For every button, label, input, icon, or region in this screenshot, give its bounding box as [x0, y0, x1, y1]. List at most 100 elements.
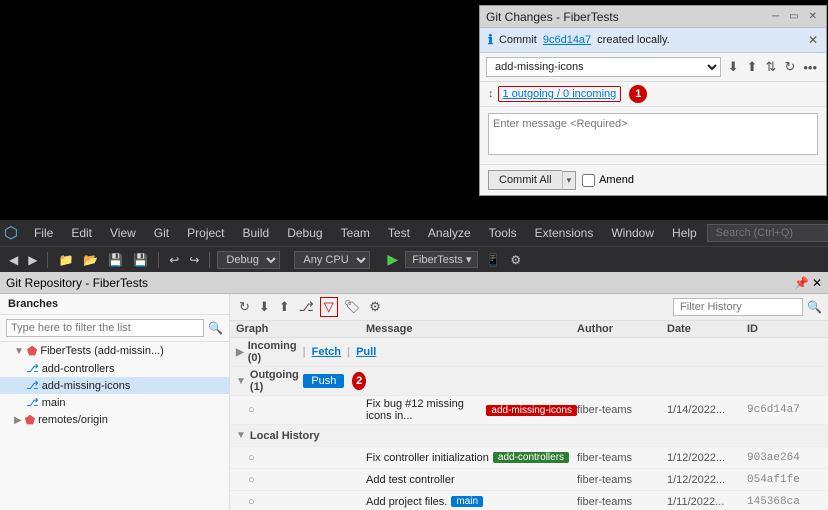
- commit-action-row: Commit All ▾ Amend: [480, 165, 826, 195]
- branch-filter-input[interactable]: [6, 319, 204, 337]
- commit-row-local-3[interactable]: ○ Add project files. main fiber-teams 1/…: [230, 491, 828, 510]
- filter-input-row: 🔍: [0, 315, 229, 342]
- menu-tools[interactable]: Tools: [481, 224, 525, 242]
- commit-row-outgoing-1[interactable]: ○ Fix bug #12 missing icons in... add-mi…: [230, 396, 828, 425]
- float-button[interactable]: ▭: [786, 10, 801, 23]
- close-panel-button[interactable]: ✕: [806, 10, 820, 23]
- menu-view[interactable]: View: [102, 224, 144, 242]
- message-input[interactable]: [488, 113, 818, 155]
- filter-history-search-icon[interactable]: 🔍: [807, 300, 822, 314]
- branch-action-button[interactable]: ⎇: [296, 298, 317, 316]
- redo-button[interactable]: ↪: [186, 252, 202, 268]
- commit-all-button[interactable]: Commit All: [488, 170, 562, 190]
- incoming-section[interactable]: ▶ Incoming (0) | Fetch | Pull: [230, 338, 828, 367]
- settings-button[interactable]: ⚙: [507, 252, 524, 268]
- menu-project[interactable]: Project: [179, 224, 232, 242]
- col-header-id: ID: [747, 323, 822, 335]
- menu-window[interactable]: Window: [603, 224, 662, 242]
- col-header-author: Author: [577, 323, 667, 335]
- open-button[interactable]: 📂: [80, 252, 101, 268]
- commit-table-header: Graph Message Author Date ID: [230, 321, 828, 338]
- sync-button[interactable]: ⇅: [763, 58, 780, 76]
- menu-test[interactable]: Test: [380, 224, 418, 242]
- settings-commits-button[interactable]: ⚙: [366, 298, 384, 316]
- commit-author: fiber-teams: [577, 474, 667, 486]
- save-all-button[interactable]: 💾: [130, 252, 151, 268]
- menu-edit[interactable]: Edit: [63, 224, 100, 242]
- menu-search-input[interactable]: [707, 224, 828, 242]
- commit-msg: Add test controller: [366, 474, 455, 486]
- branch-label: add-missing-icons: [42, 380, 131, 392]
- menu-git[interactable]: Git: [146, 224, 177, 242]
- menu-bar: ⬡ File Edit View Git Project Build Debug…: [0, 220, 828, 246]
- project-selector[interactable]: FiberTests ▾: [405, 251, 478, 268]
- git-sidebar: Branches 🔍 ▼ ⬟ FiberTests (add-missin...…: [0, 294, 230, 510]
- fetch-down-button[interactable]: ⬇: [725, 58, 742, 76]
- pin-button[interactable]: ─: [769, 10, 782, 23]
- tree-item-remotes[interactable]: ▶ ⬟ remotes/origin: [0, 411, 229, 429]
- branch-filter-search-icon[interactable]: 🔍: [208, 321, 223, 335]
- local-history-section[interactable]: ▼ Local History: [230, 425, 828, 447]
- separator-2: [158, 252, 159, 268]
- branch-select[interactable]: add-missing-icons: [486, 57, 721, 77]
- tree-item-main[interactable]: ⎇ main: [0, 394, 229, 411]
- menu-file[interactable]: File: [26, 224, 61, 242]
- tree-item-fibertest[interactable]: ▼ ⬟ FiberTests (add-missin...): [0, 342, 229, 360]
- commit-tag-main: main: [451, 496, 483, 507]
- info-bar: ℹ Commit 9c6d14a7 created locally. ✕: [480, 28, 826, 53]
- info-text: Commit: [499, 34, 537, 46]
- close-repo-button[interactable]: ✕: [812, 276, 822, 290]
- branch-row: add-missing-icons ⬇ ⬆ ⇅ ↻ •••: [480, 53, 826, 82]
- commit-id: 145368ca: [747, 496, 822, 508]
- fetch-commits-button[interactable]: ⬇: [256, 298, 273, 316]
- more-button[interactable]: •••: [800, 58, 820, 76]
- refresh-commits-button[interactable]: ↻: [236, 298, 253, 316]
- tree-item-add-controllers[interactable]: ⎇ add-controllers: [0, 360, 229, 377]
- pin-icon[interactable]: 📌: [794, 276, 809, 290]
- menu-help[interactable]: Help: [664, 224, 705, 242]
- menu-team[interactable]: Team: [333, 224, 378, 242]
- run-button[interactable]: ▶: [384, 250, 401, 269]
- col-header-date: Date: [667, 323, 747, 335]
- commit-date: 1/12/2022...: [667, 452, 747, 464]
- menu-analyze[interactable]: Analyze: [420, 224, 479, 242]
- refresh-button[interactable]: ↻: [781, 58, 798, 76]
- amend-label: Amend: [599, 174, 634, 186]
- commit-dropdown-button[interactable]: ▾: [562, 171, 577, 190]
- push-button[interactable]: Push: [303, 374, 344, 388]
- commit-link[interactable]: 9c6d14a7: [543, 34, 591, 46]
- commit-row-local-1[interactable]: ○ Fix controller initialization add-cont…: [230, 447, 828, 469]
- filter-button[interactable]: ▽: [320, 297, 338, 317]
- platform-select[interactable]: Any CPU: [294, 251, 370, 269]
- device-button[interactable]: 📱: [482, 252, 503, 268]
- config-select[interactable]: Debug: [217, 251, 280, 269]
- back-button[interactable]: ◀: [6, 252, 21, 268]
- outgoing-section[interactable]: ▼ Outgoing (1) Push 2: [230, 367, 828, 396]
- menu-build[interactable]: Build: [235, 224, 278, 242]
- forward-button[interactable]: ▶: [25, 252, 40, 268]
- fetch-up-button[interactable]: ⬆: [744, 58, 761, 76]
- menu-extensions[interactable]: Extensions: [527, 224, 602, 242]
- amend-checkbox[interactable]: [582, 174, 595, 187]
- info-close-button[interactable]: ✕: [808, 33, 818, 47]
- filter-history-input[interactable]: [673, 298, 803, 316]
- git-repo-body: Branches 🔍 ▼ ⬟ FiberTests (add-missin...…: [0, 294, 828, 510]
- save-button[interactable]: 💾: [105, 252, 126, 268]
- menu-debug[interactable]: Debug: [279, 224, 330, 242]
- commit-row-local-2[interactable]: ○ Add test controller fiber-teams 1/12/2…: [230, 469, 828, 491]
- tag-button[interactable]: 🏷: [341, 298, 364, 316]
- push-commits-button[interactable]: ⬆: [276, 298, 293, 316]
- branch-icon: ⎇: [26, 362, 39, 375]
- branch-label: main: [42, 397, 66, 409]
- git-repo-pin-buttons: 📌 ✕: [794, 276, 822, 290]
- fetch-link[interactable]: Fetch: [312, 346, 341, 358]
- local-history-label: ▼ Local History: [236, 430, 366, 442]
- repo-icon: ⬟: [27, 344, 37, 358]
- commit-id: 054af1fe: [747, 474, 822, 486]
- new-solution-button[interactable]: 📁: [55, 252, 76, 268]
- git-repo-titlebar: Git Repository - FiberTests 📌 ✕: [0, 272, 828, 294]
- tree-item-add-missing-icons[interactable]: ⎇ add-missing-icons: [0, 377, 229, 394]
- sync-link[interactable]: 1 outgoing / 0 incoming: [498, 86, 622, 102]
- pull-link[interactable]: Pull: [356, 346, 376, 358]
- undo-button[interactable]: ↩: [166, 252, 182, 268]
